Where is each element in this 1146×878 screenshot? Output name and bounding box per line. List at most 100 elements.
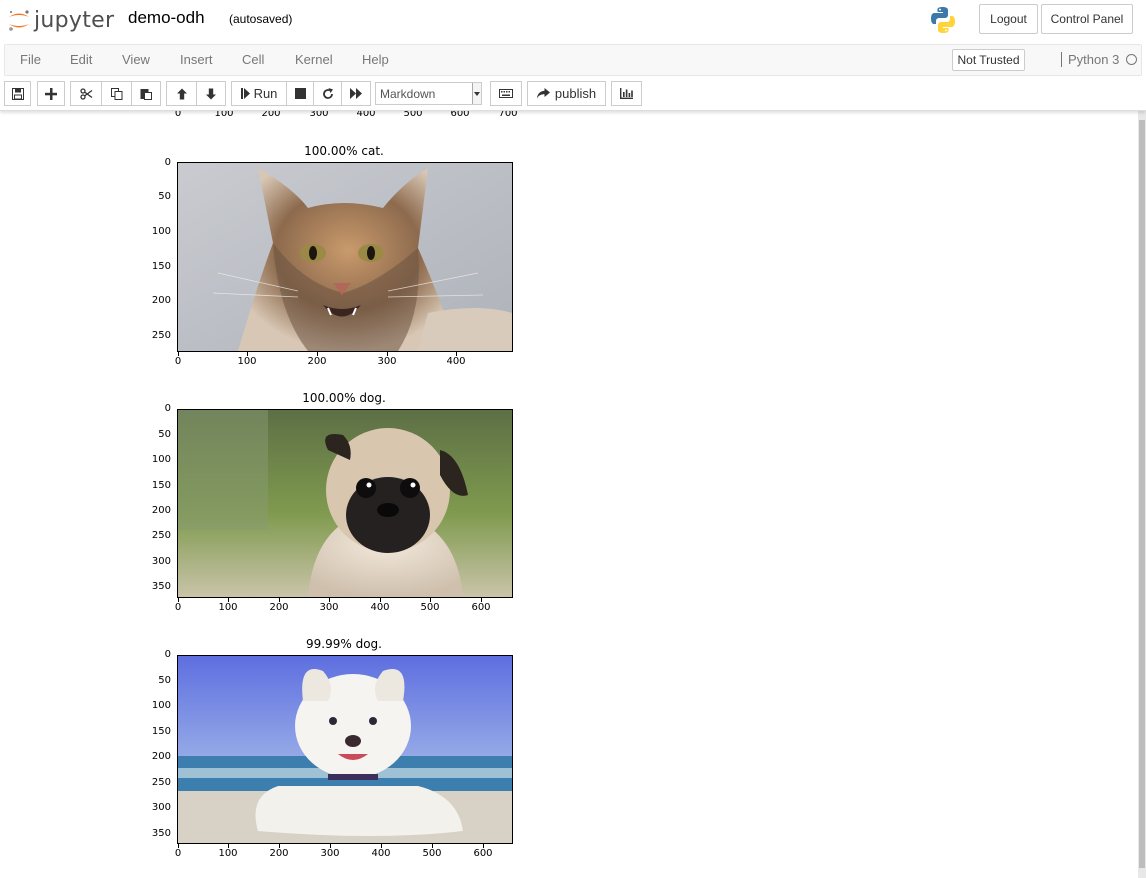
keyboard-icon [499,89,513,98]
menubar: File Edit View Insert Cell Kernel Help N… [4,44,1142,76]
tick-label: 300 [319,602,339,613]
tick-label: 50 [158,429,171,440]
tick-label: 250 [151,777,171,788]
tick-label: 0 [164,157,171,168]
tick-label: 100 [218,848,238,859]
tick-label: 100 [151,454,171,465]
notebook-name[interactable]: demo-odh [128,8,205,28]
tick-label: 400 [370,602,390,613]
tick-label: 300 [320,848,340,859]
plus-icon [45,87,57,100]
tick-label: 250 [151,530,171,541]
chevron-down-icon [472,83,481,104]
share-icon [536,88,550,99]
cell-type-select[interactable]: Markdown [375,82,482,105]
tick-label: 100 [151,700,171,711]
tick-label: 700 [498,110,518,119]
paste-icon [140,88,152,100]
autosave-status: (autosaved) [229,12,293,26]
tick-label: 100 [237,356,257,367]
cell-type-value: Markdown [380,86,436,101]
kernel-idle-indicator-icon [1126,54,1137,65]
plot-title: 99.99% dog. [306,637,382,651]
tick-label: 400 [356,110,376,119]
insert-cell-button[interactable] [37,81,65,106]
tick-label: 300 [151,556,171,567]
interrupt-button[interactable] [286,81,313,106]
move-up-button[interactable] [166,81,196,106]
notebook-output-area[interactable]: 0 100 200 300 400 500 600 700 100.00% ca… [0,110,1138,878]
run-button[interactable]: Run [231,81,286,106]
tick-label: 0 [164,649,171,660]
save-button[interactable] [4,81,31,106]
copy-button[interactable] [101,81,131,106]
logout-button[interactable]: Logout [979,4,1038,34]
tick-label: 100 [151,226,171,237]
plot-title: 100.00% cat. [304,144,384,158]
tick-label: 0 [164,403,171,414]
plot-title: 100.00% dog. [302,391,386,405]
tick-label: 200 [151,295,171,306]
kernel-name: Python 3 [1061,52,1119,67]
tick-label: 500 [403,110,423,119]
menu-edit[interactable]: Edit [70,52,92,67]
arrow-down-icon [205,88,217,100]
move-down-button[interactable] [196,81,226,106]
tick-label: 200 [307,356,327,367]
cat-image [177,162,513,352]
restart-run-all-button[interactable] [341,81,371,106]
paste-button[interactable] [131,81,161,106]
python-logo-icon [928,5,958,35]
menu-insert[interactable]: Insert [180,52,213,67]
tick-label: 50 [158,191,171,202]
publish-label: publish [554,86,597,101]
header: jupyter demo-odh (autosaved) Logout Cont… [0,0,1146,44]
menu-view[interactable]: View [122,52,150,67]
tick-label: 500 [422,848,442,859]
pug-image [177,409,513,598]
tick-label: 0 [174,110,182,119]
tick-label: 300 [151,802,171,813]
toolbar: Run Markdown publish [0,76,1146,111]
tick-label: 200 [261,110,281,119]
control-panel-button[interactable]: Control Panel [1041,4,1133,34]
tick-label: 200 [151,751,171,762]
menu-kernel[interactable]: Kernel [295,52,333,67]
not-trusted-button[interactable]: Not Trusted [952,49,1025,71]
refresh-icon [322,87,334,100]
cut-icon [79,87,93,100]
menu-help[interactable]: Help [362,52,389,67]
tick-label: 350 [151,828,171,839]
step-forward-icon [240,88,250,99]
stop-icon [294,88,306,99]
menu-cell[interactable]: Cell [242,52,264,67]
tick-label: 0 [174,602,182,613]
save-icon [11,87,24,100]
vertical-scrollbar[interactable] [1138,110,1146,878]
command-palette-button[interactable] [490,81,522,106]
tick-label: 150 [151,480,171,491]
tick-label: 500 [420,602,440,613]
tick-label: 400 [446,356,466,367]
tick-label: 400 [371,848,391,859]
tick-label: 600 [471,602,491,613]
copy-icon [110,87,123,100]
tick-label: 0 [174,848,182,859]
tick-label: 150 [151,726,171,737]
tick-label: 0 [174,356,182,367]
bar-chart-icon [620,88,633,99]
tick-label: 600 [450,110,470,119]
publish-button[interactable]: publish [527,81,606,106]
logo-text: jupyter [34,7,115,33]
chart-button[interactable] [611,81,642,106]
run-label: Run [253,86,278,101]
jupyter-logo[interactable]: jupyter [7,5,114,35]
scrollbar-thumb[interactable] [1139,120,1145,868]
tick-label: 150 [151,261,171,272]
tick-label: 250 [151,330,171,341]
restart-kernel-button[interactable] [313,81,341,106]
menu-file[interactable]: File [20,52,41,67]
tick-label: 50 [158,675,171,686]
fast-forward-icon [349,88,363,99]
cut-button[interactable] [70,81,101,106]
